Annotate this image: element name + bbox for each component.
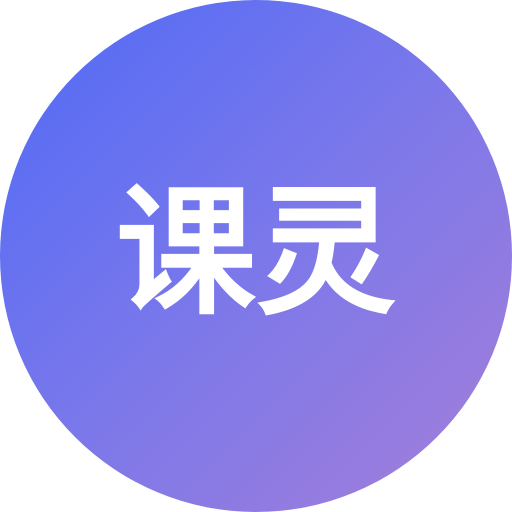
app-icon-label: 课灵 [115,172,396,335]
app-icon[interactable]: 课灵 [0,0,512,512]
